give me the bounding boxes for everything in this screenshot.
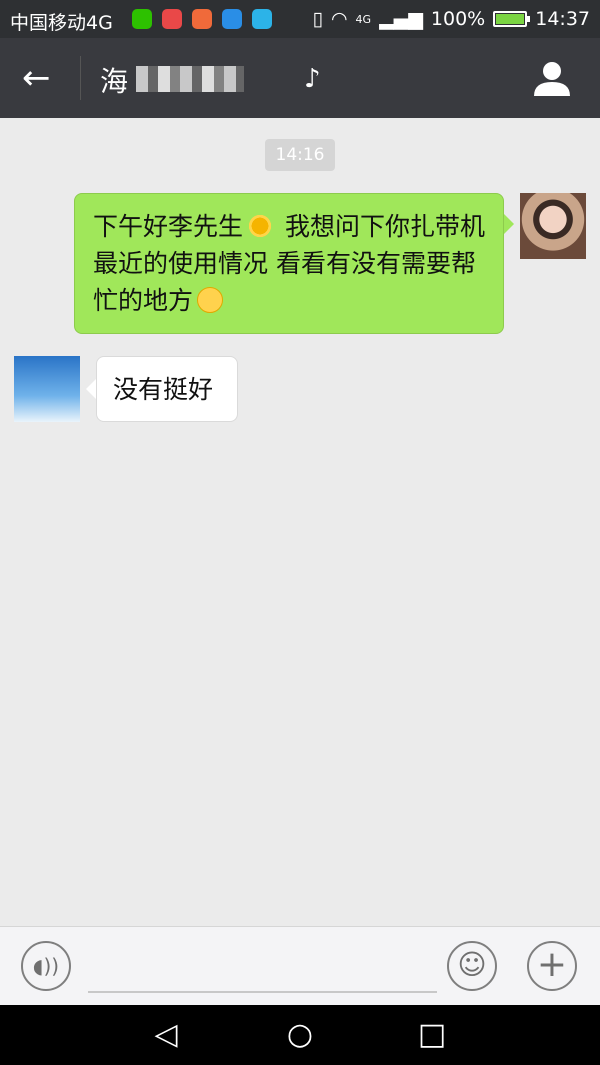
status-bar: 中国移动4G ▯ ◠ 4G ▂▄▆ 100% 14:37 — [0, 0, 600, 38]
network-type: 4G — [355, 12, 372, 26]
gallery-icon — [222, 9, 242, 29]
plus-icon[interactable]: + — [527, 941, 577, 991]
chat-title: 海 — [100, 65, 129, 98]
sun-emoji-icon — [247, 213, 274, 239]
message-icon — [252, 9, 272, 29]
vibrate-icon: ▯ — [312, 8, 323, 30]
nav-home-icon[interactable]: ○ — [282, 1017, 318, 1053]
phone-missed-icon — [192, 9, 212, 29]
message-text-part-1: 下午好李先生 — [93, 212, 244, 241]
wechat-icon — [132, 9, 152, 29]
message-timestamp: 14:16 — [265, 139, 335, 171]
header-divider — [80, 56, 81, 100]
message-input[interactable] — [88, 939, 437, 993]
wifi-icon: ◠ — [330, 8, 348, 30]
input-bar: ◖)) ☺ + — [0, 926, 600, 1005]
carrier-label: 中国移动4G — [10, 12, 113, 34]
nav-back-icon[interactable]: ◁ — [148, 1017, 184, 1053]
mail-icon — [162, 9, 182, 29]
clock: 14:37 — [535, 8, 590, 30]
nav-recent-icon[interactable]: □ — [414, 1017, 450, 1053]
battery-percent: 100% — [430, 8, 486, 30]
person-icon[interactable] — [532, 58, 572, 98]
my-avatar[interactable] — [520, 193, 586, 259]
earpiece-icon[interactable]: ♪ — [304, 64, 321, 94]
emoji-icon[interactable]: ☺ — [447, 941, 497, 991]
contact-avatar[interactable] — [14, 356, 80, 422]
battery-icon — [493, 11, 531, 27]
title-mosaic — [136, 66, 244, 92]
system-nav-bar: ◁ ○ □ — [0, 1005, 600, 1065]
smile-emoji-icon — [197, 287, 224, 313]
incoming-message-bubble[interactable]: 没有挺好 — [86, 356, 238, 422]
incoming-message-text: 没有挺好 — [113, 375, 214, 404]
outgoing-message-bubble[interactable]: 下午好李先生 我想问下你扎带机最近的使用情况 看看有没有需要帮忙的地方 — [74, 193, 514, 334]
voice-icon[interactable]: ◖)) — [21, 941, 71, 991]
signal-icon: ▂▄▆ — [379, 8, 423, 30]
arrow-left-icon[interactable]: ← — [22, 56, 62, 100]
chat-header: ← 海 ♪ — [0, 38, 600, 118]
